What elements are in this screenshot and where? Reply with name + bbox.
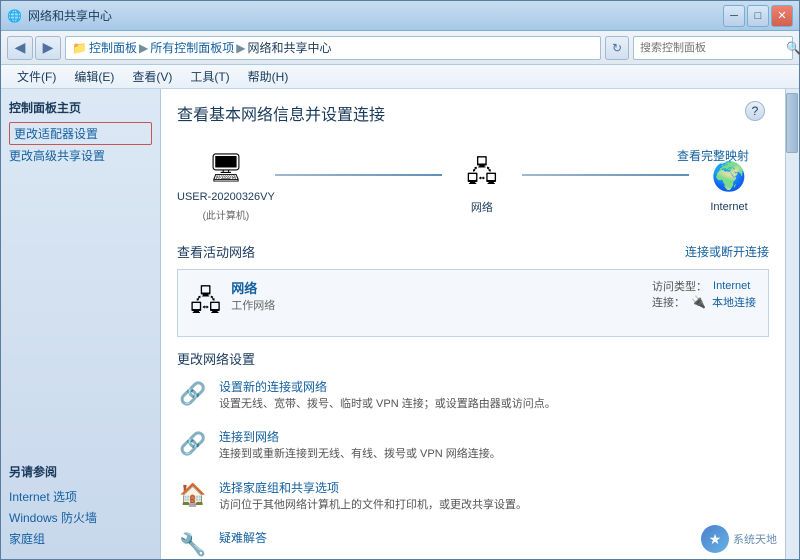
window-icon: 🌐 <box>7 9 22 23</box>
watermark-text: 系统天地 <box>733 531 777 547</box>
connection-icon: 🔌 <box>691 295 706 309</box>
search-icon[interactable]: 🔍 <box>786 41 800 55</box>
new-connection-icon: 🔗 <box>177 378 209 410</box>
menu-tools[interactable]: 工具(T) <box>182 66 237 87</box>
title-controls: ─ □ ✕ <box>723 5 793 27</box>
net-line-2 <box>522 174 689 176</box>
sidebar-link-sharing[interactable]: 更改高级共享设置 <box>9 145 152 166</box>
network-label: 网络 <box>471 199 493 215</box>
access-type-row: 访问类型： Internet <box>652 278 756 294</box>
net-node-network: 🖧 网络 <box>442 155 522 215</box>
access-type-group: 访问类型： Internet 连接： 🔌 本地连接 <box>652 278 756 310</box>
connect-disconnect-link[interactable]: 连接或断开连接 <box>685 243 769 260</box>
active-net-details: 访问类型： Internet 连接： 🔌 本地连接 <box>652 278 756 310</box>
main-layout: 控制面板主页 更改适配器设置 更改高级共享设置 另请参阅 Internet 选项… <box>1 89 799 559</box>
view-full-map-link[interactable]: 查看完整映射 <box>677 147 749 164</box>
sidebar-link-firewall[interactable]: Windows 防火墙 <box>9 507 152 528</box>
breadcrumb-bar: 📁 控制面板 ▶ 所有控制面板项 ▶ 网络和共享中心 <box>65 36 601 60</box>
computer-icon: 🖥 <box>202 147 250 187</box>
access-type-value: Internet <box>713 280 750 292</box>
connection-value[interactable]: 本地连接 <box>712 294 756 310</box>
sidebar-also-section: 另请参阅 Internet 选项 Windows 防火墙 家庭组 <box>9 463 152 549</box>
menu-file[interactable]: 文件(F) <box>9 66 64 87</box>
menu-view[interactable]: 查看(V) <box>124 66 180 87</box>
setting-item-troubleshoot: 🔧 疑难解答 <box>177 529 769 559</box>
connect-desc: 连接到或重新连接到无线、有线、拨号或 VPN 网络连接。 <box>219 447 769 462</box>
homegroup-content: 选择家庭组和共享选项 访问位于其他网络计算机上的文件和打印机，或更改共享设置。 <box>219 479 769 513</box>
setting-item-connect: 🔗 连接到网络 连接到或重新连接到无线、有线、拨号或 VPN 网络连接。 <box>177 428 769 468</box>
active-network-title: 查看活动网络 <box>177 242 255 261</box>
menu-bar: 文件(F) 编辑(E) 查看(V) 工具(T) 帮助(H) <box>1 65 799 89</box>
active-net-name[interactable]: 网络 <box>231 278 642 297</box>
active-network-box: 🖧 网络 工作网络 访问类型： Internet 连接： <box>177 269 769 337</box>
connect-link[interactable]: 连接到网络 <box>219 428 769 445</box>
main-window: 🌐 网络和共享中心 ─ □ ✕ ◀ ▶ 📁 控制面板 ▶ 所有控制面板项 ▶ 网… <box>0 0 800 560</box>
breadcrumb-current[interactable]: 网络和共享中心 <box>247 39 331 56</box>
internet-label: Internet <box>710 201 747 213</box>
breadcrumb-allitems[interactable]: 所有控制面板项 <box>150 39 234 56</box>
connect-content: 连接到网络 连接到或重新连接到无线、有线、拨号或 VPN 网络连接。 <box>219 428 769 462</box>
net-line-1 <box>275 174 442 176</box>
folder-icon: 📁 <box>72 41 87 55</box>
menu-help[interactable]: 帮助(H) <box>240 66 297 87</box>
maximize-button[interactable]: □ <box>747 5 769 27</box>
sidebar-link-internet-options[interactable]: Internet 选项 <box>9 486 152 507</box>
homegroup-link[interactable]: 选择家庭组和共享选项 <box>219 479 769 496</box>
computer-sublabel: (此计算机) <box>203 207 250 222</box>
sidebar-main-section: 控制面板主页 更改适配器设置 更改高级共享设置 <box>9 99 152 166</box>
sidebar-section-title: 控制面板主页 <box>9 99 152 116</box>
new-connection-content: 设置新的连接或网络 设置无线、宽带、拨号、临时或 VPN 连接；或设置路由器或访… <box>219 378 769 412</box>
back-button[interactable]: ◀ <box>7 36 33 60</box>
watermark-icon: ★ <box>701 525 729 553</box>
new-connection-link[interactable]: 设置新的连接或网络 <box>219 378 769 395</box>
content-area: ? 查看基本网络信息并设置连接 🖥 USER-20200326VY (此计算机)… <box>161 89 785 559</box>
scrollbar-track[interactable] <box>785 89 799 559</box>
access-type-label: 访问类型： <box>652 278 707 294</box>
connection-label: 连接： <box>652 294 685 310</box>
active-net-info: 网络 工作网络 <box>231 278 642 313</box>
computer-label: USER-20200326VY <box>177 191 275 203</box>
minimize-button[interactable]: ─ <box>723 5 745 27</box>
address-bar: ◀ ▶ 📁 控制面板 ▶ 所有控制面板项 ▶ 网络和共享中心 ↻ 🔍 <box>1 31 799 65</box>
sidebar-also-title: 另请参阅 <box>9 463 152 480</box>
breadcrumb-controlpanel[interactable]: 控制面板 <box>89 39 137 56</box>
nav-buttons: ◀ ▶ <box>7 36 61 60</box>
net-node-computer: 🖥 USER-20200326VY (此计算机) <box>177 147 275 222</box>
setting-item-homegroup: 🏠 选择家庭组和共享选项 访问位于其他网络计算机上的文件和打印机，或更改共享设置… <box>177 479 769 519</box>
change-settings-title: 更改网络设置 <box>177 349 769 368</box>
active-net-icon: 🖧 <box>190 280 221 328</box>
title-bar: 🌐 网络和共享中心 ─ □ ✕ <box>1 1 799 31</box>
title-bar-left: 🌐 网络和共享中心 <box>7 7 112 24</box>
sidebar: 控制面板主页 更改适配器设置 更改高级共享设置 另请参阅 Internet 选项… <box>1 89 161 559</box>
setting-item-new-connection: 🔗 设置新的连接或网络 设置无线、宽带、拨号、临时或 VPN 连接；或设置路由器… <box>177 378 769 418</box>
menu-edit[interactable]: 编辑(E) <box>66 66 122 87</box>
network-icon: 🖧 <box>458 155 506 195</box>
connection-row: 连接： 🔌 本地连接 <box>652 294 756 310</box>
search-input[interactable] <box>640 42 782 54</box>
scrollbar-thumb[interactable] <box>786 93 798 153</box>
troubleshoot-content: 疑难解答 <box>219 529 769 548</box>
troubleshoot-link[interactable]: 疑难解答 <box>219 529 769 546</box>
new-connection-desc: 设置无线、宽带、拨号、临时或 VPN 连接；或设置路由器或访问点。 <box>219 397 769 412</box>
homegroup-desc: 访问位于其他网络计算机上的文件和打印机，或更改共享设置。 <box>219 498 769 513</box>
connect-icon: 🔗 <box>177 428 209 460</box>
close-button[interactable]: ✕ <box>771 5 793 27</box>
troubleshoot-icon: 🔧 <box>177 529 209 559</box>
refresh-button[interactable]: ↻ <box>605 36 629 60</box>
sidebar-link-adapter[interactable]: 更改适配器设置 <box>9 122 152 145</box>
forward-button[interactable]: ▶ <box>35 36 61 60</box>
window-title: 网络和共享中心 <box>28 7 112 24</box>
help-icon-button[interactable]: ? <box>745 101 765 121</box>
active-network-header: 查看活动网络 连接或断开连接 <box>177 242 769 261</box>
homegroup-icon: 🏠 <box>177 479 209 511</box>
watermark: ★ 系统天地 <box>701 525 777 553</box>
net-node-internet: 🌍 Internet <box>689 157 769 213</box>
sidebar-link-homegroup[interactable]: 家庭组 <box>9 528 152 549</box>
active-net-type: 工作网络 <box>231 297 642 313</box>
content-wrapper: ? 查看基本网络信息并设置连接 🖥 USER-20200326VY (此计算机)… <box>161 89 799 559</box>
network-diagram: 🖥 USER-20200326VY (此计算机) 🖧 网络 🌍 Internet <box>177 139 769 230</box>
search-bar: 🔍 <box>633 36 793 60</box>
page-title: 查看基本网络信息并设置连接 <box>177 101 769 125</box>
